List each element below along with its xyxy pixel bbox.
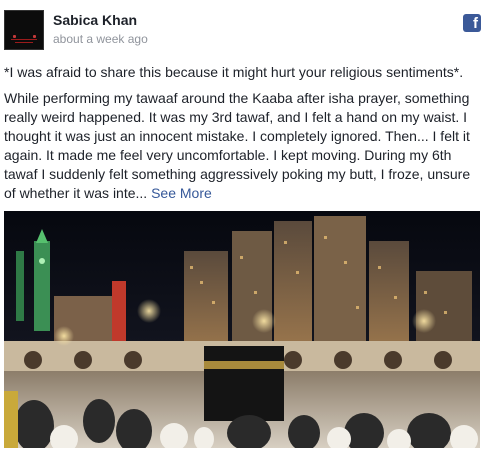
author-name[interactable]: Sabica Khan xyxy=(53,12,137,28)
kaaba-night-scene xyxy=(4,211,480,448)
post-text-body: While performing my tawaaf around the Ka… xyxy=(4,89,480,203)
see-more-link[interactable]: See More xyxy=(151,185,212,201)
post-text-intro: *I was afraid to share this because it m… xyxy=(4,64,464,80)
avatar[interactable] xyxy=(4,10,44,50)
post-header: Sabica Khan about a week ago f xyxy=(4,8,483,54)
facebook-icon[interactable]: f xyxy=(463,14,481,32)
post-photo[interactable] xyxy=(4,211,480,448)
post-text-body-content: While performing my tawaaf around the Ka… xyxy=(4,90,471,201)
post-timestamp[interactable]: about a week ago xyxy=(53,32,148,46)
